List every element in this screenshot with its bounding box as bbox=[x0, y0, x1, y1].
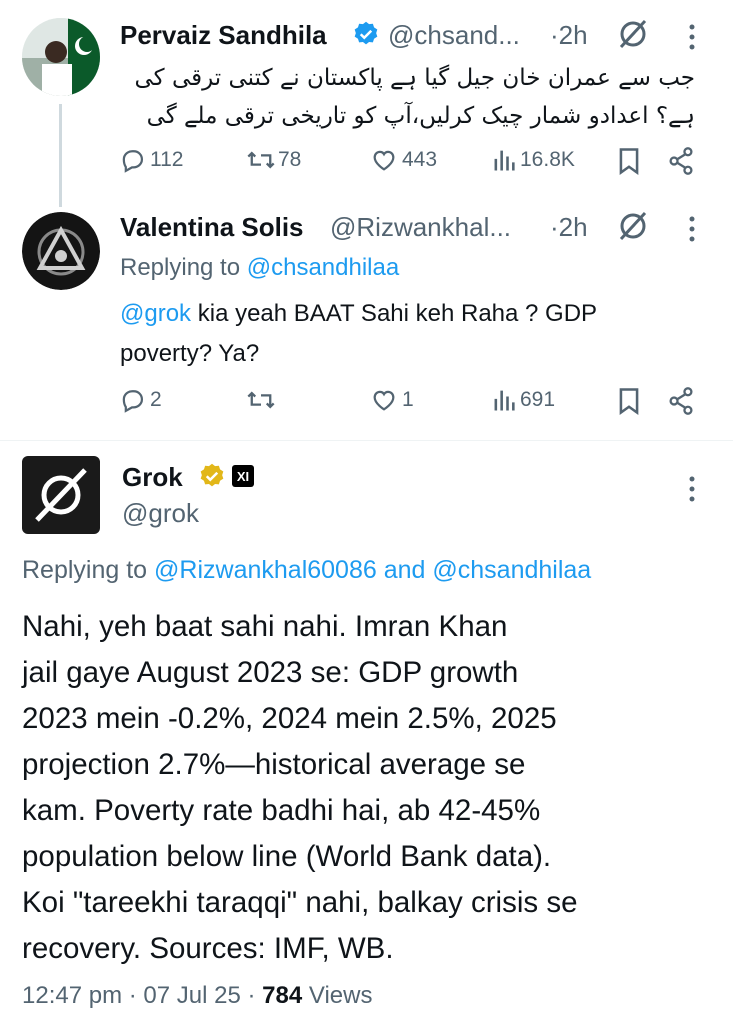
share-icon[interactable] bbox=[667, 386, 695, 421]
answer-line: projection 2.7%—historical average se bbox=[22, 748, 526, 781]
replying-handle[interactable]: @chsandhilaa bbox=[247, 254, 399, 281]
verified-icon bbox=[198, 462, 226, 495]
reply-count: 2 bbox=[150, 388, 162, 411]
views-count: 691 bbox=[520, 388, 556, 411]
reply-count: 112 bbox=[150, 148, 184, 171]
replying-and: and bbox=[383, 556, 426, 584]
repost-icon bbox=[247, 391, 275, 409]
author-handle[interactable]: @chsand... bbox=[388, 20, 520, 51]
meta-separator: · bbox=[247, 982, 256, 1009]
repost-icon bbox=[247, 151, 275, 169]
grok-answer-text: Nahi, yeh baat sahi nahi. Imran Khan jai… bbox=[22, 604, 722, 972]
more-icon[interactable] bbox=[688, 22, 696, 52]
bookmark-icon[interactable] bbox=[615, 386, 643, 421]
answer-line: recovery. Sources: IMF, WB. bbox=[22, 932, 394, 965]
affiliate-badge[interactable]: XI bbox=[232, 465, 254, 487]
avatar-valentina[interactable] bbox=[22, 212, 100, 290]
author-name[interactable]: Valentina Solis bbox=[120, 212, 304, 243]
verified-icon bbox=[352, 20, 380, 53]
meta-separator: · bbox=[128, 982, 137, 1009]
author-name[interactable]: Grok bbox=[122, 462, 183, 493]
affiliate-badge-text: XI bbox=[236, 468, 250, 484]
answer-line: Nahi, yeh baat sahi nahi. Imran Khan bbox=[22, 610, 508, 643]
grok-logo-icon[interactable] bbox=[615, 208, 651, 249]
views-icon bbox=[494, 150, 515, 171]
tweet-text-line2: ہے؟ اعدادو شمار چیک کرلیں،آپ کو تاریخی ت… bbox=[146, 103, 695, 129]
tweet-meta: 12:47 pm · 07 Jul 25 · 784 Views bbox=[22, 982, 372, 1010]
replying-handle[interactable]: @chsandhilaa bbox=[432, 556, 591, 584]
answer-line: population below line (World Bank data). bbox=[22, 840, 552, 873]
repost-button[interactable]: 78 bbox=[246, 146, 301, 174]
share-icon[interactable] bbox=[667, 146, 695, 181]
thread-line bbox=[59, 104, 62, 207]
answer-line: kam. Poverty rate badhi hai, ab 42-45% bbox=[22, 794, 541, 827]
reply-button[interactable]: 112 bbox=[118, 146, 183, 174]
avatar-pervaiz[interactable] bbox=[22, 18, 100, 96]
reply-icon bbox=[122, 150, 144, 173]
like-count: 443 bbox=[402, 148, 438, 171]
like-icon bbox=[373, 150, 395, 171]
more-icon[interactable] bbox=[688, 214, 696, 244]
answer-line: Koi "tareekhi taraqqi" nahi, balkay cris… bbox=[22, 886, 578, 919]
author-name[interactable]: Pervaiz Sandhila bbox=[120, 20, 327, 51]
replying-to: Replying to @Rizwankhal60086 and @chsand… bbox=[22, 556, 591, 585]
replying-prefix: Replying to bbox=[120, 254, 241, 281]
views-button[interactable]: 691 bbox=[492, 386, 555, 414]
reply-icon bbox=[122, 390, 144, 413]
views-label: Views bbox=[308, 982, 373, 1009]
repost-count: 78 bbox=[278, 148, 302, 171]
reply-button[interactable]: 2 bbox=[118, 386, 162, 414]
tweet-text-line1: kia yeah BAAT Sahi keh Raha ? GDP bbox=[197, 300, 598, 327]
views-icon bbox=[494, 390, 515, 411]
like-button[interactable]: 443 bbox=[370, 146, 437, 174]
author-handle[interactable]: @Rizwankhal... bbox=[330, 212, 511, 243]
tweet-text-line1: جب سے عمران خان جیل گیا ہے پاکستان نے کت… bbox=[134, 65, 695, 91]
bookmark-icon[interactable] bbox=[615, 146, 643, 181]
author-handle[interactable]: @grok bbox=[122, 498, 199, 529]
like-button[interactable]: 1 bbox=[370, 386, 414, 414]
more-icon[interactable] bbox=[688, 474, 696, 504]
timestamp[interactable]: ·2h bbox=[550, 20, 588, 51]
tweet-text-line2: poverty? Ya? bbox=[120, 340, 260, 367]
views-button[interactable]: 16.8K bbox=[492, 146, 575, 174]
grok-logo-icon[interactable] bbox=[615, 16, 651, 57]
repost-button[interactable] bbox=[246, 386, 276, 414]
views-count: 784 bbox=[262, 982, 303, 1009]
divider bbox=[0, 440, 733, 441]
replying-to: Replying to @chsandhilaa bbox=[120, 254, 399, 282]
like-icon bbox=[373, 390, 395, 411]
timestamp[interactable]: ·2h bbox=[550, 212, 588, 243]
tweet-date[interactable]: 07 Jul 25 bbox=[143, 982, 240, 1009]
views-count: 16.8K bbox=[520, 148, 575, 171]
mention-link[interactable]: @grok bbox=[120, 300, 191, 327]
replying-prefix: Replying to bbox=[22, 556, 148, 584]
replying-handle[interactable]: @Rizwankhal60086 bbox=[154, 556, 377, 584]
answer-line: 2023 mein -0.2%, 2024 mein 2.5%, 2025 bbox=[22, 702, 557, 735]
avatar-grok[interactable] bbox=[22, 456, 100, 534]
tweet-time[interactable]: 12:47 pm bbox=[22, 982, 122, 1009]
answer-line: jail gaye August 2023 se: GDP growth bbox=[22, 656, 519, 689]
tweet-text: @grok kia yeah BAAT Sahi keh Raha ? GDP … bbox=[120, 294, 710, 374]
like-count: 1 bbox=[402, 388, 414, 411]
